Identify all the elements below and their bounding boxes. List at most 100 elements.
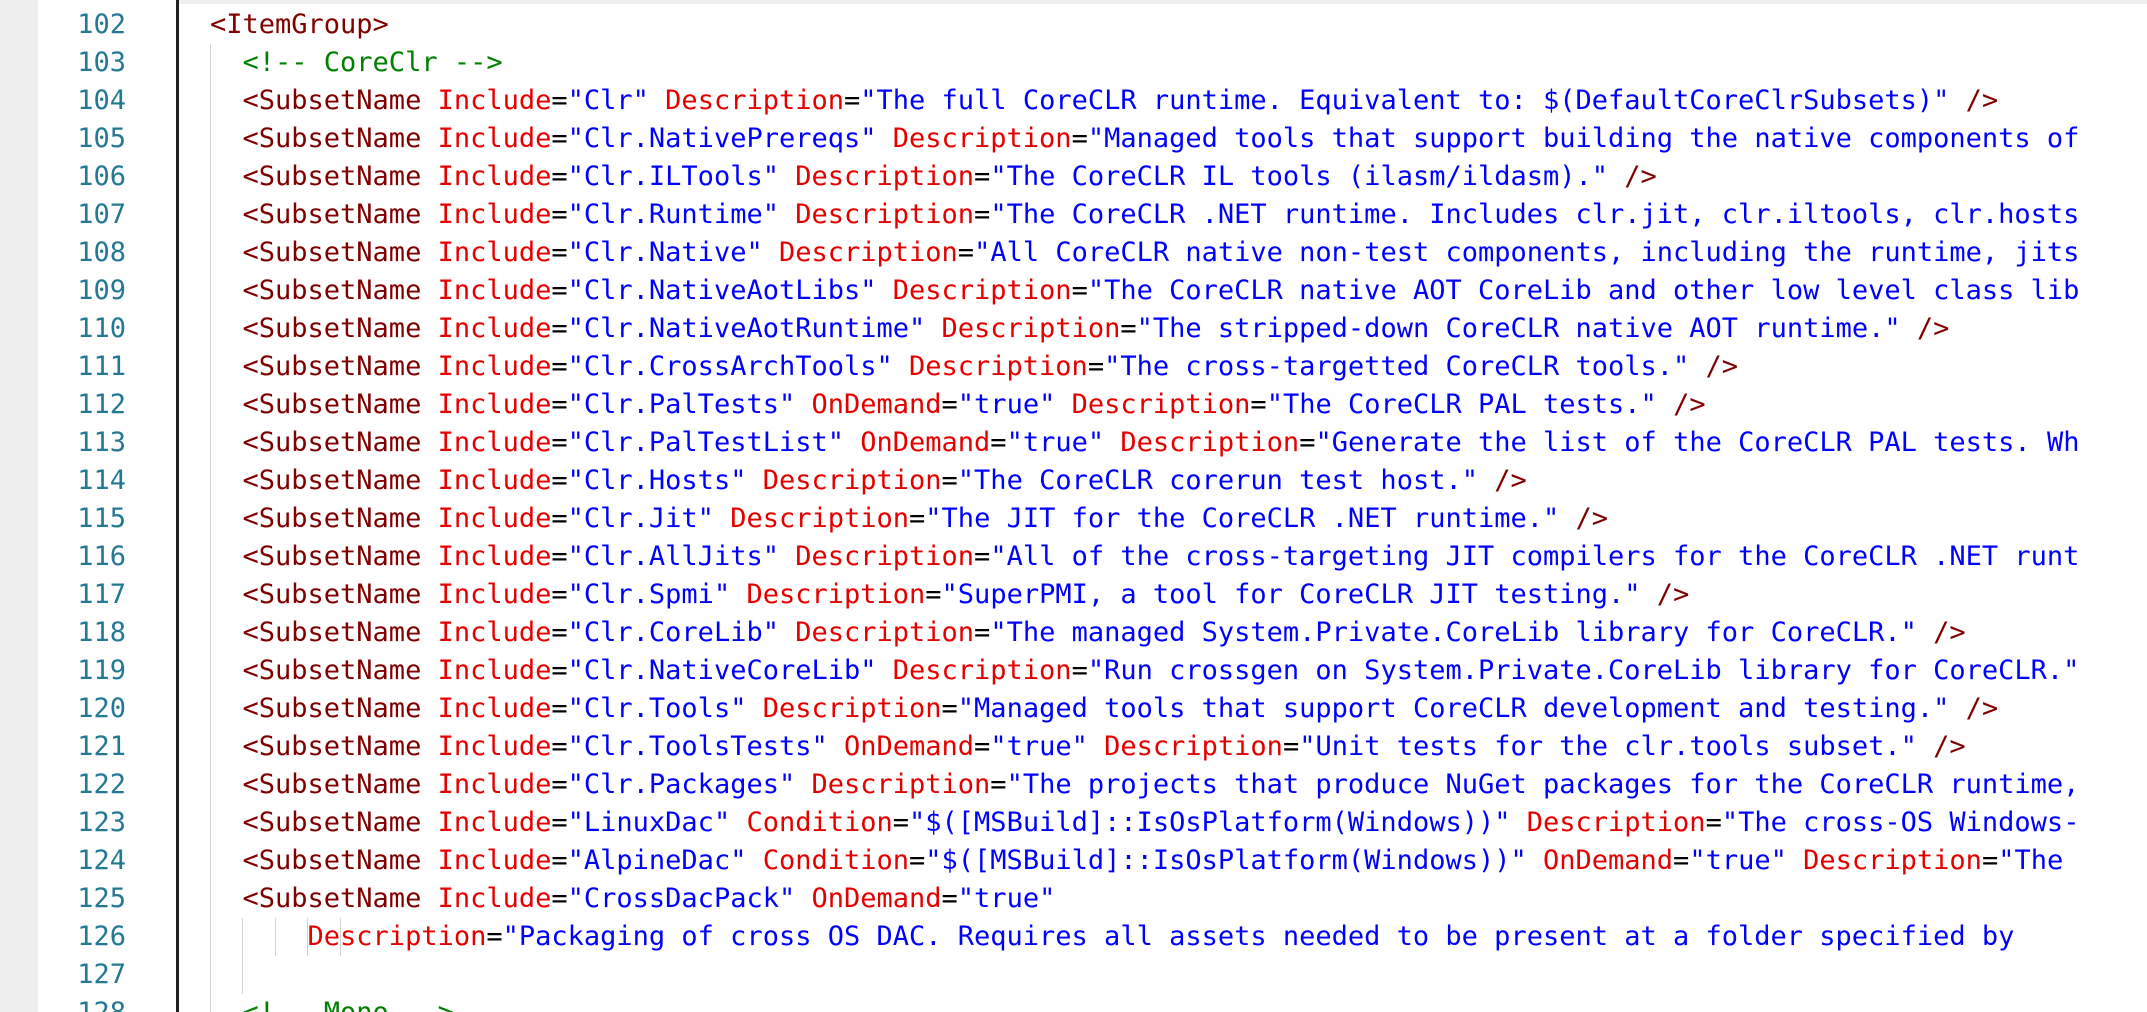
xml-value: "SuperPMI, a tool for CoreCLR JIT testin… — [941, 579, 1641, 610]
xml-value: "AlpineDac" — [567, 845, 747, 876]
xml-value: "The CoreCLR corerun test host." — [957, 465, 1478, 496]
code-line[interactable]: <SubsetName Include="Clr.AllJits" Descri… — [210, 538, 2080, 576]
xml-punctuation: = — [551, 465, 568, 496]
line-numbers: 102 103 104 105 106 107 108 109 110 111 112 113 114 1… — [38, 6, 126, 1012]
code-line[interactable]: <SubsetName Include="Clr.Jit" Descriptio… — [210, 500, 2079, 538]
code-editor[interactable]: 102 103 104 105 106 107 108 109 110 111 112 113 114 1… — [0, 0, 2147, 1012]
code-line[interactable]: <SubsetName Include="Clr.Native" Descrip… — [210, 234, 2080, 272]
xml-attribute: OnDemand — [1526, 845, 1674, 876]
line-number: 107 — [77, 199, 126, 230]
xml-tag: <SubsetName — [210, 731, 422, 762]
line-number: 125 — [77, 883, 126, 914]
code-line[interactable]: <!-- Mono --> — [210, 994, 2079, 1012]
code-line[interactable]: <SubsetName Include="Clr.PalTestList" On… — [210, 424, 2080, 462]
xml-value: "Clr.PalTestList" — [567, 427, 844, 458]
xml-attribute: Description — [210, 921, 487, 952]
xml-attribute: Description — [648, 85, 844, 116]
code-line[interactable]: <SubsetName Include="Clr" Description="T… — [210, 82, 2079, 120]
xml-value: "Clr.Spmi" — [567, 579, 731, 610]
xml-value: "Clr.NativePrereqs" — [567, 123, 877, 154]
code-line[interactable]: Description="Packaging of cross OS DAC. … — [210, 918, 2079, 956]
xml-tag: <SubsetName — [210, 351, 422, 382]
xml-comment: <!-- Mono --> — [210, 997, 454, 1012]
code-line[interactable]: <SubsetName Include="Clr.ILTools" Descri… — [210, 158, 2079, 196]
xml-value: "Clr.NativeAotRuntime" — [567, 313, 926, 344]
code-line[interactable]: <SubsetName Include="Clr.NativeAotRuntim… — [210, 310, 2079, 348]
code-line[interactable]: <SubsetName Include="Clr.PalTests" OnDem… — [210, 386, 2079, 424]
xml-value: "Clr.Jit" — [567, 503, 714, 534]
xml-attribute: Description — [1786, 845, 1982, 876]
code-line[interactable]: <SubsetName Include="Clr.Packages" Descr… — [210, 766, 2080, 804]
xml-tag: /> — [1900, 313, 1950, 344]
code-line[interactable]: <SubsetName Include="Clr.Hosts" Descript… — [210, 462, 2079, 500]
line-number: 116 — [77, 541, 126, 572]
code-line[interactable]: <SubsetName Include="LinuxDac" Condition… — [210, 804, 2080, 842]
line-number: 108 — [77, 237, 126, 268]
xml-tag: <SubsetName — [210, 769, 422, 800]
xml-attribute: Description — [795, 769, 991, 800]
code-line[interactable]: <SubsetName Include="Clr.NativePrereqs" … — [210, 120, 2080, 158]
xml-punctuation: = — [551, 845, 568, 876]
line-number: 105 — [77, 123, 126, 154]
xml-attribute: Include — [421, 351, 552, 382]
xml-attribute: Description — [746, 693, 942, 724]
xml-punctuation: = — [551, 199, 568, 230]
xml-tag: <SubsetName — [210, 199, 422, 230]
xml-value: "The projects that produce NuGet package… — [1006, 769, 2080, 800]
code-line[interactable]: <SubsetName Include="Clr.Tools" Descript… — [210, 690, 2079, 728]
code-line[interactable]: <SubsetName Include="Clr.Runtime" Descri… — [210, 196, 2080, 234]
xml-attribute: Condition — [746, 845, 910, 876]
code-content[interactable]: <ItemGroup> <!-- CoreClr --> <SubsetName… — [210, 6, 2079, 1012]
code-line[interactable]: <ItemGroup> — [210, 6, 2079, 44]
xml-tag: <SubsetName — [210, 389, 422, 420]
xml-attribute: Description — [1087, 731, 1283, 762]
xml-tag: /> — [1640, 579, 1690, 610]
code-line[interactable]: <SubsetName Include="Clr.CrossArchTools"… — [210, 348, 2079, 386]
xml-value: "Clr.ILTools" — [567, 161, 779, 192]
xml-attribute: Include — [421, 807, 552, 838]
xml-attribute: Description — [778, 161, 975, 192]
xml-attribute: Include — [421, 275, 552, 306]
xml-tag: <SubsetName — [210, 617, 422, 648]
xml-punctuation: = — [551, 731, 568, 762]
xml-punctuation: = — [1705, 807, 1722, 838]
xml-value: "All CoreCLR native non-test components,… — [974, 237, 2080, 268]
xml-value: "true" — [1689, 845, 1787, 876]
xml-attribute: Description — [876, 655, 1072, 686]
xml-punctuation: = — [551, 275, 568, 306]
code-line[interactable]: <SubsetName Include="AlpineDac" Conditio… — [210, 842, 2079, 880]
xml-tag: <SubsetName — [210, 541, 422, 572]
xml-attribute: Description — [876, 275, 1072, 306]
code-line[interactable]: <SubsetName Include="Clr.ToolsTests" OnD… — [210, 728, 2079, 766]
xml-punctuation: = — [551, 541, 568, 572]
xml-tag: /> — [1608, 161, 1657, 192]
code-line[interactable]: <SubsetName Include="Clr.CoreLib" Descri… — [210, 614, 2079, 652]
xml-attribute: Include — [421, 731, 552, 762]
xml-tag: /> — [1916, 731, 1966, 762]
code-line[interactable]: <SubsetName Include="Clr.NativeAotLibs" … — [210, 272, 2080, 310]
xml-attribute: Description — [713, 503, 910, 534]
code-line[interactable] — [210, 956, 2079, 994]
code-line[interactable]: <SubsetName Include="Clr.NativeCoreLib" … — [210, 652, 2080, 690]
xml-attribute: Include — [421, 617, 552, 648]
xml-punctuation: = — [1981, 845, 1999, 876]
xml-value: "The CoreCLR native AOT CoreLib and othe… — [1087, 275, 2080, 306]
line-number: 122 — [77, 769, 126, 800]
xml-value: "true" — [1006, 427, 1105, 458]
xml-value: "true" — [957, 883, 1056, 914]
xml-tag: <SubsetName — [210, 503, 422, 534]
code-line[interactable]: <SubsetName Include="Clr.Spmi" Descripti… — [210, 576, 2079, 614]
code-line[interactable]: <!-- CoreClr --> — [210, 44, 2079, 82]
xml-tag: /> — [1477, 465, 1527, 496]
line-number: 119 — [77, 655, 126, 686]
activity-strip — [0, 0, 38, 1012]
xml-value: "Clr.Hosts" — [567, 465, 747, 496]
xml-punctuation: = — [551, 123, 568, 154]
xml-attribute: Include — [421, 465, 552, 496]
xml-value: "All of the cross-targeting JIT compiler… — [990, 541, 2080, 572]
xml-punctuation: = — [1071, 275, 1088, 306]
code-line[interactable]: <SubsetName Include="CrossDacPack" OnDem… — [210, 880, 2079, 918]
xml-attribute: Description — [892, 351, 1088, 382]
xml-punctuation: = — [957, 237, 975, 268]
xml-attribute: OnDemand — [843, 427, 991, 458]
